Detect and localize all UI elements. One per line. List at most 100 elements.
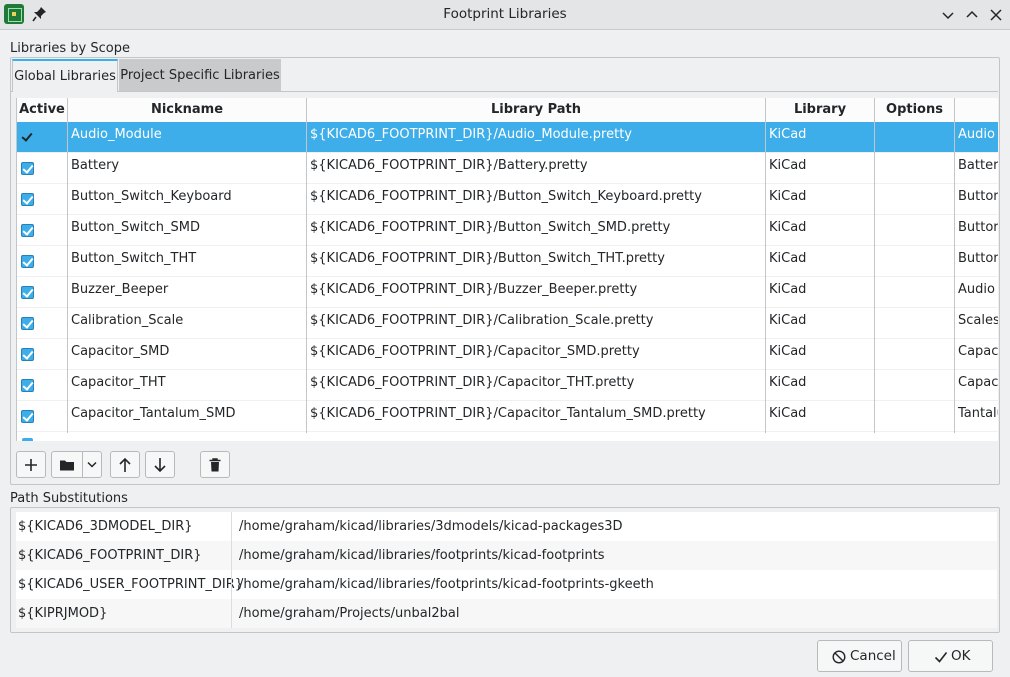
nickname-cell[interactable]: Calibration_Scale: [68, 308, 306, 339]
library-format-cell[interactable]: KiCad: [766, 215, 874, 246]
options-cell[interactable]: [875, 246, 954, 277]
path-variable-name: ${KICAD6_USER_FOOTPRINT_DIR}: [18, 577, 244, 592]
options-cell[interactable]: [875, 339, 954, 370]
options-cell[interactable]: [875, 401, 954, 432]
options-cell[interactable]: [875, 308, 954, 339]
options-cell[interactable]: [875, 184, 954, 215]
column-header-nickname[interactable]: Nickname: [68, 98, 307, 122]
library-path-cell[interactable]: ${KICAD6_FOOTPRINT_DIR}/Audio_Module.pre…: [307, 122, 765, 153]
path-substitution-row: ${KIPRJMOD} /home/graham/Projects/unbal2…: [16, 599, 997, 628]
delete-library-button[interactable]: [200, 451, 230, 478]
options-cell[interactable]: [875, 277, 954, 308]
ok-button[interactable]: OK: [908, 640, 993, 672]
table-row[interactable]: Button_Switch_SMD ${KICAD6_FOOTPRINT_DIR}…: [17, 215, 998, 246]
path-variable-name: ${KICAD6_FOOTPRINT_DIR}: [18, 548, 202, 563]
nickname-cell[interactable]: Battery: [68, 153, 306, 184]
table-row[interactable]: Battery ${KICAD6_FOOTPRINT_DIR}/Battery.p…: [17, 153, 998, 184]
column-header-description[interactable]: [955, 98, 998, 122]
add-library-button[interactable]: [16, 451, 46, 478]
path-variable-value: /home/graham/Projects/unbal2bal: [239, 606, 460, 621]
library-path-cell[interactable]: ${KICAD6_FOOTPRINT_DIR}/Buzzer_Beeper.pr…: [307, 277, 765, 308]
active-checkbox[interactable]: [21, 286, 34, 299]
description-cell[interactable]: Buttor: [955, 246, 998, 277]
options-cell[interactable]: [875, 370, 954, 401]
window-title: Footprint Libraries: [443, 6, 567, 22]
library-format-cell[interactable]: KiCad: [766, 184, 874, 215]
nickname-cell[interactable]: Buzzer_Beeper: [68, 277, 306, 308]
active-checkbox[interactable]: [21, 224, 34, 237]
table-row[interactable]: Button_Switch_THT ${KICAD6_FOOTPRINT_DIR}…: [17, 246, 998, 277]
library-format-cell[interactable]: KiCad: [766, 308, 874, 339]
description-cell[interactable]: Scales: [955, 308, 998, 339]
tab-global-libraries[interactable]: Global Libraries: [12, 59, 118, 92]
table-row[interactable]: Audio_Module ${KICAD6_FOOTPRINT_DIR}/Audi…: [17, 122, 998, 153]
column-header-library-path[interactable]: Library Path: [307, 98, 766, 122]
description-cell[interactable]: Capaci: [955, 339, 998, 370]
browse-library-button[interactable]: [51, 451, 83, 478]
library-path-cell[interactable]: ${KICAD6_FOOTPRINT_DIR}/Calibration_Scal…: [307, 308, 765, 339]
library-path-cell[interactable]: ${KICAD6_FOOTPRINT_DIR}/Button_Switch_SM…: [307, 215, 765, 246]
path-substitution-row: ${KICAD6_FOOTPRINT_DIR} /home/graham/kic…: [16, 541, 997, 570]
column-header-options[interactable]: Options: [875, 98, 955, 122]
library-format-cell[interactable]: KiCad: [766, 370, 874, 401]
library-path-cell[interactable]: ${KICAD6_FOOTPRINT_DIR}/Button_Switch_Ke…: [307, 184, 765, 215]
library-path-cell[interactable]: ${KICAD6_FOOTPRINT_DIR}/Button_Switch_TH…: [307, 246, 765, 277]
description-cell[interactable]: Batter: [955, 153, 998, 184]
active-checkbox[interactable]: [21, 317, 34, 330]
browse-library-dropdown[interactable]: [82, 451, 102, 478]
nickname-cell[interactable]: Button_Switch_Keyboard: [68, 184, 306, 215]
nickname-cell[interactable]: Capacitor_THT: [68, 370, 306, 401]
table-row[interactable]: Capacitor_SMD ${KICAD6_FOOTPRINT_DIR}/Cap…: [17, 339, 998, 370]
table-row[interactable]: Button_Switch_Keyboard ${KICAD6_FOOTPRINT…: [17, 184, 998, 215]
active-checkbox[interactable]: [21, 162, 34, 175]
path-variable-name: ${KIPRJMOD}: [18, 606, 108, 621]
library-format-cell[interactable]: KiCad: [766, 277, 874, 308]
library-format-cell[interactable]: KiCad: [766, 246, 874, 277]
path-substitutions-table[interactable]: ${KICAD6_3DMODEL_DIR} /home/graham/kicad…: [16, 512, 997, 628]
nickname-cell[interactable]: Capacitor_Tantalum_SMD: [68, 401, 306, 432]
library-path-cell[interactable]: ${KICAD6_FOOTPRINT_DIR}/Capacitor_SMD.pr…: [307, 339, 765, 370]
active-checkbox[interactable]: [21, 131, 34, 144]
description-cell[interactable]: Tantalu: [955, 401, 998, 432]
nickname-cell[interactable]: Button_Switch_SMD: [68, 215, 306, 246]
nickname-cell[interactable]: Button_Switch_THT: [68, 246, 306, 277]
tab-project-specific-libraries[interactable]: Project Specific Libraries: [119, 59, 281, 91]
close-icon[interactable]: [987, 6, 1005, 24]
library-format-cell[interactable]: KiCad: [766, 122, 874, 153]
options-cell[interactable]: [875, 215, 954, 246]
minimize-icon[interactable]: [939, 6, 957, 24]
cancel-button[interactable]: Cancel: [817, 640, 902, 672]
move-up-button[interactable]: [110, 451, 140, 478]
description-cell[interactable]: Audio: [955, 122, 998, 153]
active-checkbox[interactable]: [21, 410, 34, 423]
library-path-cell[interactable]: ${KICAD6_FOOTPRINT_DIR}/Capacitor_THT.pr…: [307, 370, 765, 401]
nickname-cell[interactable]: Audio_Module: [68, 122, 306, 153]
description-cell[interactable]: Audio: [955, 277, 998, 308]
library-grid[interactable]: Active Nickname Library Path Library For…: [16, 98, 998, 441]
maximize-icon[interactable]: [963, 6, 981, 24]
tab-bar-divider: [11, 91, 998, 92]
column-header-active[interactable]: Active: [17, 98, 68, 122]
options-cell[interactable]: [875, 122, 954, 153]
move-down-button[interactable]: [145, 451, 175, 478]
description-cell[interactable]: Buttor: [955, 215, 998, 246]
options-cell[interactable]: [875, 153, 954, 184]
library-format-cell[interactable]: KiCad: [766, 401, 874, 432]
table-row[interactable]: Capacitor_THT ${KICAD6_FOOTPRINT_DIR}/Cap…: [17, 370, 998, 401]
table-row[interactable]: Capacitor_Tantalum_SMD ${KICAD6_FOOTPRINT…: [17, 401, 998, 432]
active-checkbox[interactable]: [21, 255, 34, 268]
description-cell[interactable]: Capaci: [955, 370, 998, 401]
column-header-library-format[interactable]: Library Format: [766, 98, 875, 141]
library-path-cell[interactable]: ${KICAD6_FOOTPRINT_DIR}/Capacitor_Tantal…: [307, 401, 765, 432]
library-path-cell[interactable]: ${KICAD6_FOOTPRINT_DIR}/Battery.pretty: [307, 153, 765, 184]
description-cell[interactable]: Buttor: [955, 184, 998, 215]
column-divider: [231, 512, 232, 628]
library-format-cell[interactable]: KiCad: [766, 339, 874, 370]
active-checkbox[interactable]: [21, 193, 34, 206]
active-checkbox[interactable]: [21, 348, 34, 361]
nickname-cell[interactable]: Capacitor_SMD: [68, 339, 306, 370]
active-checkbox[interactable]: [21, 379, 34, 392]
table-row[interactable]: Buzzer_Beeper ${KICAD6_FOOTPRINT_DIR}/Buz…: [17, 277, 998, 308]
table-row[interactable]: Calibration_Scale ${KICAD6_FOOTPRINT_DIR}…: [17, 308, 998, 339]
library-format-cell[interactable]: KiCad: [766, 153, 874, 184]
